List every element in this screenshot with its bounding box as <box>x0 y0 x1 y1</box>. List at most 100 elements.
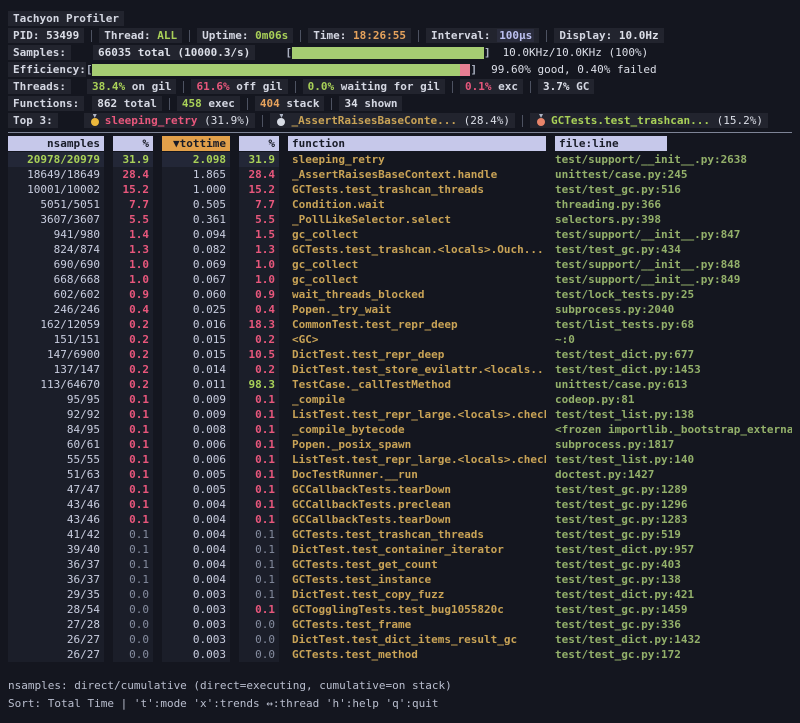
cell-pct-direct: 31.9 <box>113 152 153 167</box>
cell-pct-cumulative: 0.4 <box>239 302 279 317</box>
column-header-function[interactable]: function <box>288 136 546 151</box>
table-row[interactable]: 28/54 0.0 0.003 0.1 GCTogglingTests.test… <box>8 602 792 617</box>
column-header-tottime-sorted[interactable]: ▼tottime <box>162 136 230 151</box>
table-row[interactable]: 95/95 0.1 0.009 0.1 _compile codeop.py:8… <box>8 392 792 407</box>
cell-tottime: 0.060 <box>162 287 230 302</box>
cell-pct-direct: 0.0 <box>113 602 153 617</box>
cell-tottime: 2.098 <box>162 152 230 167</box>
samples-rate: 10.0KHz/10.0KHz (100%) <box>503 46 649 59</box>
display-label: Display: <box>559 29 612 42</box>
table-row[interactable]: 10001/10002 15.2 1.000 15.2 GCTests.test… <box>8 182 792 197</box>
cell-tottime: 0.011 <box>162 377 230 392</box>
cell-pct-cumulative: 0.1 <box>239 497 279 512</box>
off-gil-label: off gil <box>230 80 283 93</box>
cell-nsamples: 29/35 <box>8 587 104 602</box>
cell-function: ListTest.test_repr_large.<locals>.check <box>288 407 546 422</box>
cell-pct-direct: 0.1 <box>113 542 153 557</box>
top3-line: Top 3: sleeping_retry (31.9%) _AssertRai… <box>8 112 792 129</box>
cell-pct-direct: 28.4 <box>113 167 153 182</box>
table-row[interactable]: 39/40 0.1 0.004 0.1 DictTest.test_contai… <box>8 542 792 557</box>
table-row[interactable]: 690/690 1.0 0.069 1.0 gc_collect test/su… <box>8 257 792 272</box>
table-row[interactable]: 43/46 0.1 0.004 0.1 GCCallbackTests.prec… <box>8 497 792 512</box>
table-row[interactable]: 941/980 1.4 0.094 1.5 gc_collect test/su… <box>8 227 792 242</box>
table-row[interactable]: 47/47 0.1 0.005 0.1 GCCallbackTests.tear… <box>8 482 792 497</box>
cell-function: _compile_bytecode <box>288 422 546 437</box>
table-row[interactable]: 5051/5051 7.7 0.505 7.7 Condition.wait t… <box>8 197 792 212</box>
table-row[interactable]: 36/37 0.1 0.004 0.1 GCTests.test_get_cou… <box>8 557 792 572</box>
table-row[interactable]: 36/37 0.1 0.004 0.1 GCTests.test_instanc… <box>8 572 792 587</box>
table-row[interactable]: 18649/18649 28.4 1.865 28.4 _AssertRaise… <box>8 167 792 182</box>
table-row[interactable]: 27/28 0.0 0.003 0.0 GCTests.test_frame t… <box>8 617 792 632</box>
cell-function: GCCallbackTests.tearDown <box>288 512 546 527</box>
cell-file-line: test/test_gc.py:1296 <box>555 497 792 512</box>
cell-pct-direct: 0.0 <box>113 647 153 662</box>
divider <box>247 98 248 110</box>
table-row[interactable]: 51/63 0.1 0.005 0.1 DocTestRunner.__run … <box>8 467 792 482</box>
table-row[interactable]: 602/602 0.9 0.060 0.9 wait_threads_block… <box>8 287 792 302</box>
cell-tottime: 0.003 <box>162 617 230 632</box>
table-row[interactable]: 151/151 0.2 0.015 0.2 <GC> ~:0 <box>8 332 792 347</box>
cell-nsamples: 5051/5051 <box>8 197 104 212</box>
shown-label: shown <box>358 97 398 110</box>
table-row[interactable]: 29/35 0.0 0.003 0.1 DictTest.test_copy_f… <box>8 587 792 602</box>
cell-tottime: 0.015 <box>162 332 230 347</box>
table-row[interactable]: 43/46 0.1 0.004 0.1 GCCallbackTests.tear… <box>8 512 792 527</box>
cell-function: GCTests.test_method <box>288 647 546 662</box>
table-row[interactable]: 162/12059 0.2 0.016 18.3 CommonTest.test… <box>8 317 792 332</box>
cell-nsamples: 41/42 <box>8 527 104 542</box>
table-row[interactable]: 84/95 0.1 0.008 0.1 _compile_bytecode <f… <box>8 422 792 437</box>
table-row[interactable]: 668/668 1.0 0.067 1.0 gc_collect test/su… <box>8 272 792 287</box>
column-header-file-line[interactable]: file:line <box>555 136 792 151</box>
cell-nsamples: 92/92 <box>8 407 104 422</box>
cell-pct-direct: 0.4 <box>113 302 153 317</box>
efficiency-good-fill <box>92 64 460 76</box>
table-row[interactable]: 246/246 0.4 0.025 0.4 Popen._try_wait su… <box>8 302 792 317</box>
table-row[interactable]: 92/92 0.1 0.009 0.1 ListTest.test_repr_l… <box>8 407 792 422</box>
table-row[interactable]: 55/55 0.1 0.006 0.1 ListTest.test_repr_l… <box>8 452 792 467</box>
cell-tottime: 0.008 <box>162 422 230 437</box>
cell-tottime: 0.025 <box>162 302 230 317</box>
cell-tottime: 0.004 <box>162 572 230 587</box>
time-value: 18:26:55 <box>353 29 406 42</box>
cell-pct-cumulative: 98.3 <box>239 377 279 392</box>
column-header-pct-direct[interactable]: % <box>113 136 153 151</box>
functions-total: 862 total <box>92 96 162 111</box>
column-header-nsamples[interactable]: nsamples <box>8 136 104 151</box>
threads-waiting: 0.0% waiting for gil <box>303 79 445 94</box>
cell-pct-cumulative: 18.3 <box>239 317 279 332</box>
shown-value: 34 <box>344 97 357 110</box>
cell-file-line: test/support/__init__.py:2638 <box>555 152 792 167</box>
cell-pct-cumulative: 0.0 <box>239 617 279 632</box>
cell-nsamples: 137/147 <box>8 362 104 377</box>
table-row[interactable]: 26/27 0.0 0.003 0.0 GCTests.test_method … <box>8 647 792 662</box>
cell-nsamples: 3607/3607 <box>8 212 104 227</box>
table-row[interactable]: 137/147 0.2 0.014 0.2 DictTest.test_stor… <box>8 362 792 377</box>
uptime-value: 0m06s <box>255 29 288 42</box>
column-header-pct-cumulative[interactable]: % <box>239 136 279 151</box>
time-label: Time: <box>313 29 346 42</box>
top3-item-3: GCTests.test_trashcan... (15.2%) <box>530 113 768 128</box>
cell-file-line: test/support/__init__.py:847 <box>555 227 792 242</box>
table-row[interactable]: 60/61 0.1 0.006 0.1 Popen._posix_spawn s… <box>8 437 792 452</box>
cell-nsamples: 36/37 <box>8 557 104 572</box>
table-row[interactable]: 26/27 0.0 0.003 0.0 DictTest.test_dict_i… <box>8 632 792 647</box>
uptime-label: Uptime: <box>202 29 248 42</box>
table-row[interactable]: 824/874 1.3 0.082 1.3 GCTests.test_trash… <box>8 242 792 257</box>
cell-file-line: <frozen importlib._bootstrap_external <box>555 422 792 437</box>
cell-nsamples: 113/64670 <box>8 377 104 392</box>
cell-pct-direct: 1.0 <box>113 272 153 287</box>
cell-file-line: test/test_list.py:140 <box>555 452 792 467</box>
samples-label: Samples: <box>8 45 71 60</box>
cell-pct-cumulative: 0.2 <box>239 362 279 377</box>
table-row[interactable]: 20978/20979 31.9 2.098 31.9 sleeping_ret… <box>8 152 792 167</box>
table-row[interactable]: 113/64670 0.2 0.011 98.3 TestCase._callT… <box>8 377 792 392</box>
table-row[interactable]: 3607/3607 5.5 0.361 5.5 _PollLikeSelecto… <box>8 212 792 227</box>
cell-pct-cumulative: 31.9 <box>239 152 279 167</box>
keybindings-help: Sort: Total Time | 't':mode 'x':trends ↔… <box>8 694 792 712</box>
table-row[interactable]: 41/42 0.1 0.004 0.1 GCTests.test_trashca… <box>8 527 792 542</box>
cell-nsamples: 10001/10002 <box>8 182 104 197</box>
table-row[interactable]: 147/6900 0.2 0.015 10.5 DictTest.test_re… <box>8 347 792 362</box>
divider <box>331 98 332 110</box>
thread-label: Thread: <box>104 29 150 42</box>
cell-function: ListTest.test_repr_large.<locals>.check <box>288 452 546 467</box>
